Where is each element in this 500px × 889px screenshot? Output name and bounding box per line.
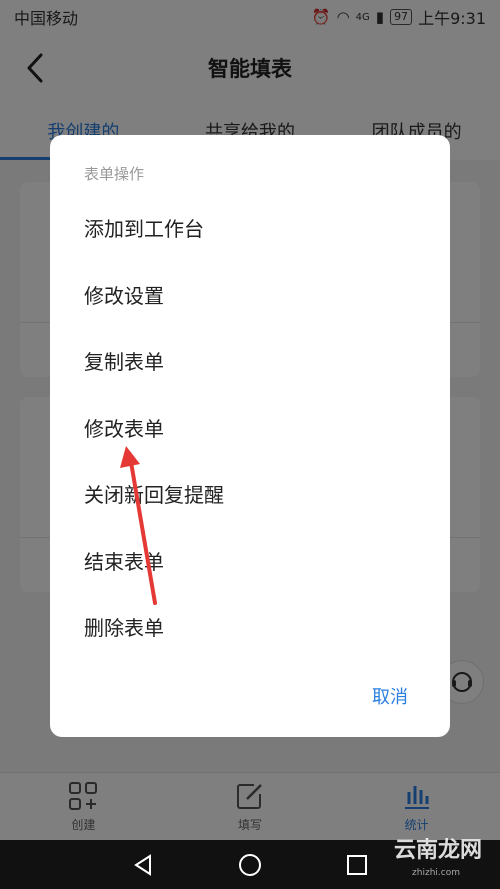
menu-item-edit-form[interactable]: 修改表单 xyxy=(84,403,424,451)
menu-item-label: 修改设置 xyxy=(84,283,164,308)
menu-item-label: 删除表单 xyxy=(84,615,164,640)
dialog-title: 表单操作 xyxy=(84,165,145,183)
menu-item-label: 修改表单 xyxy=(84,416,164,441)
menu-item-label: 复制表单 xyxy=(84,349,164,374)
menu-item-label: 关闭新回复提醒 xyxy=(84,482,224,507)
menu-item-disable-reply-alert[interactable]: 关闭新回复提醒 xyxy=(84,469,424,517)
nav-recents-square-icon[interactable] xyxy=(344,852,370,878)
menu-item-delete-form[interactable]: 删除表单 xyxy=(84,602,424,650)
form-actions-dialog: 表单操作 添加到工作台 修改设置 复制表单 修改表单 关闭新回复提醒 结束表单 … xyxy=(50,135,450,737)
nav-home-circle-icon[interactable] xyxy=(237,852,263,878)
menu-item-copy-form[interactable]: 复制表单 xyxy=(84,336,424,384)
menu-item-add-to-workbench[interactable]: 添加到工作台 xyxy=(84,203,424,251)
menu-item-label: 添加到工作台 xyxy=(84,216,204,241)
watermark-text: 云南龙网 xyxy=(393,838,482,863)
menu-item-label: 结束表单 xyxy=(84,549,164,574)
cancel-button[interactable]: 取消 xyxy=(372,683,408,709)
menu-item-edit-settings[interactable]: 修改设置 xyxy=(84,270,424,318)
nav-back-triangle-icon[interactable] xyxy=(130,852,156,878)
watermark-subtext: zhizhi.com xyxy=(412,868,460,878)
menu-item-end-form[interactable]: 结束表单 xyxy=(84,536,424,584)
